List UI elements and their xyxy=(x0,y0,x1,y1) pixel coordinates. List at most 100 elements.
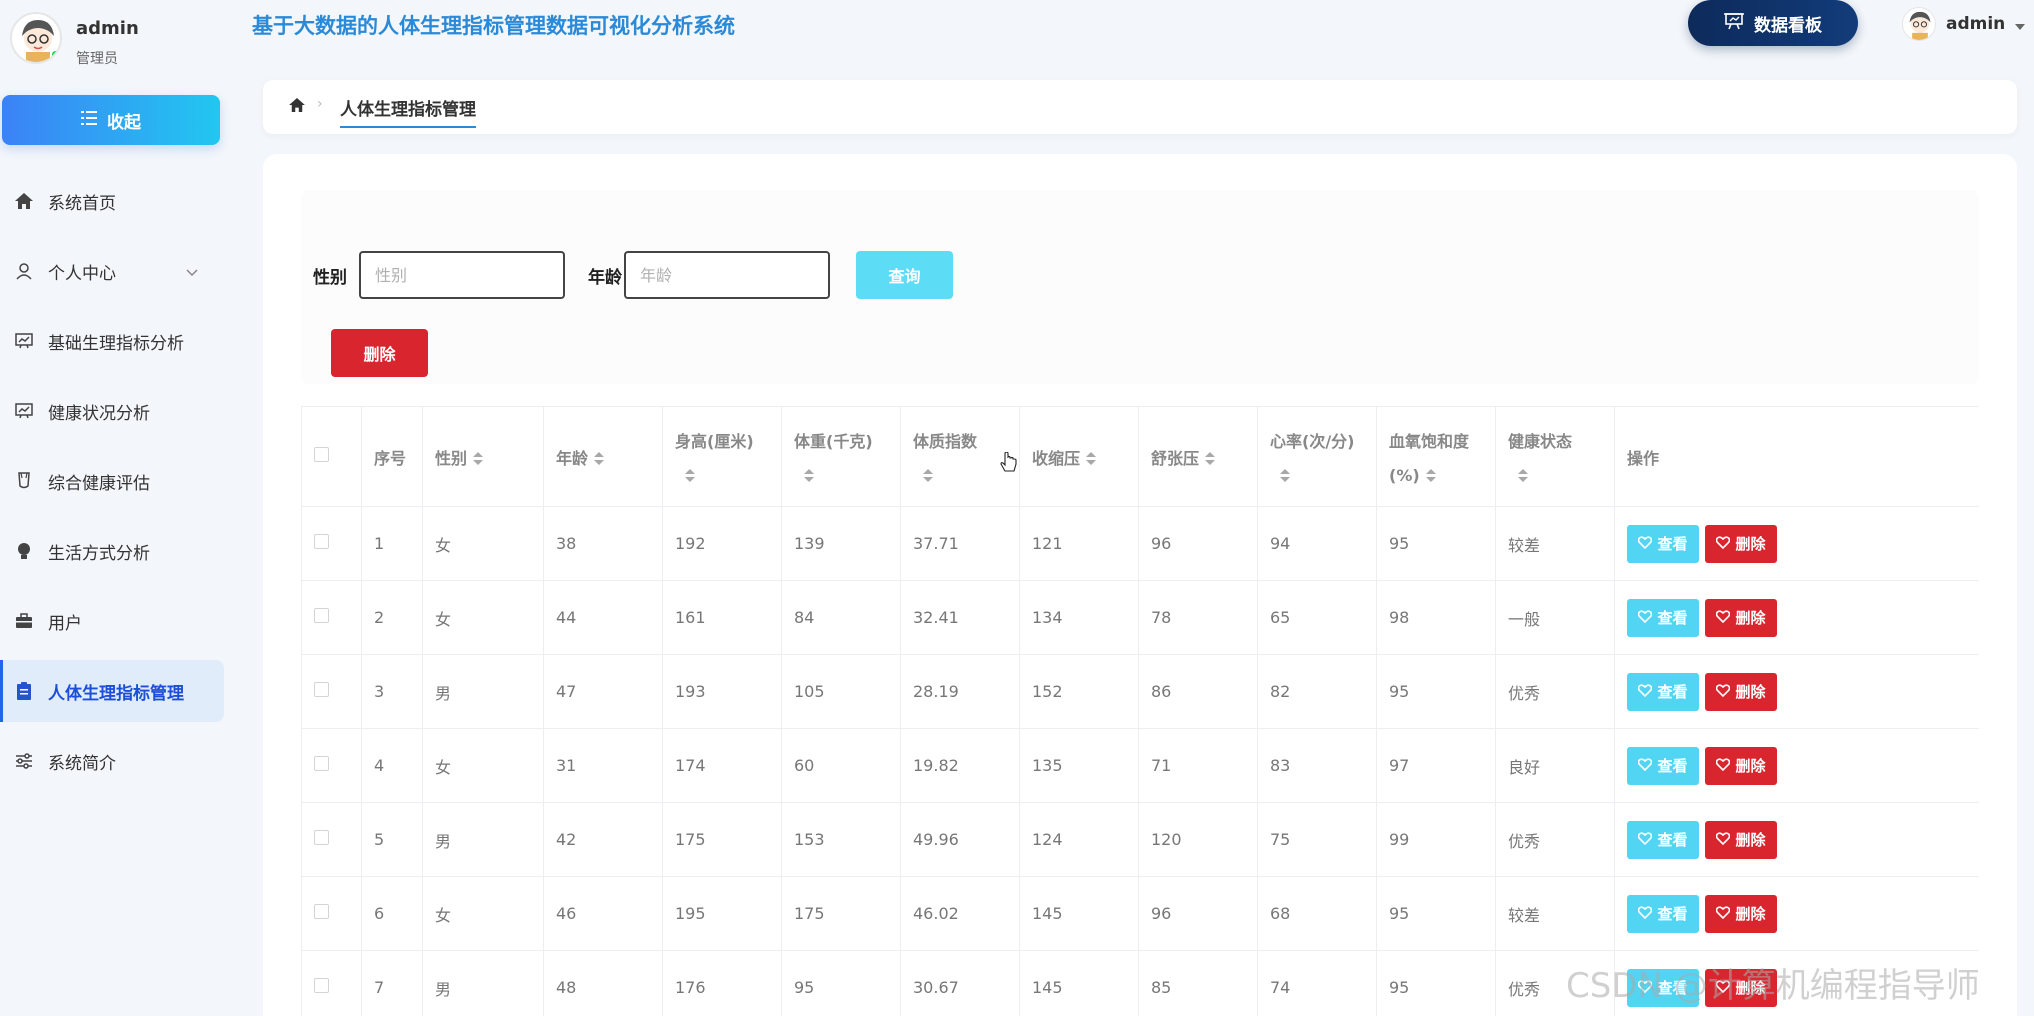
sidebar-item-basic-analysis[interactable]: 基础生理指标分析 xyxy=(0,310,238,372)
col-height[interactable]: 身高(厘米) xyxy=(662,406,782,507)
sidebar-item-label: 综合健康评估 xyxy=(48,473,150,494)
sort-icon[interactable] xyxy=(804,469,814,483)
view-button[interactable]: 查看 xyxy=(1627,820,1699,859)
row-checkbox[interactable] xyxy=(314,534,329,549)
collapse-button[interactable]: 收起 xyxy=(2,95,220,145)
cell-gender: 男 xyxy=(422,950,544,1016)
age-filter-input[interactable] xyxy=(624,251,830,299)
sidebar-item-physiological-management[interactable]: 人体生理指标管理 xyxy=(0,660,224,722)
row-actions: 查看 删除 xyxy=(1614,802,1979,877)
sort-icon[interactable] xyxy=(1280,469,1290,483)
sort-icon[interactable] xyxy=(923,469,933,483)
delete-button[interactable]: 删除 xyxy=(1705,598,1777,637)
menu-list-icon xyxy=(81,110,97,130)
delete-button[interactable]: 删除 xyxy=(1705,746,1777,785)
sidebar-item-label: 生活方式分析 xyxy=(48,543,150,564)
sort-icon[interactable] xyxy=(594,452,605,466)
delete-label: 删除 xyxy=(1735,831,1766,849)
home-icon[interactable] xyxy=(289,97,305,116)
sidebar-user: admin 管理员 xyxy=(10,12,230,74)
sidebar-item-label: 用户 xyxy=(48,613,82,634)
row-checkbox[interactable] xyxy=(314,608,329,623)
query-button[interactable]: 查询 xyxy=(856,251,953,299)
row-checkbox[interactable] xyxy=(314,830,329,845)
view-button[interactable]: 查看 xyxy=(1627,524,1699,563)
cell-diastolic: 120 xyxy=(1138,802,1258,877)
col-gender[interactable]: 性别 xyxy=(422,406,544,507)
sort-icon[interactable] xyxy=(685,469,695,483)
col-diastolic-label: 舒张压 xyxy=(1151,448,1200,468)
sidebar-item-label: 健康状况分析 xyxy=(48,403,150,424)
cell-health: 优秀 xyxy=(1495,654,1615,729)
delete-button[interactable]: 删除 xyxy=(1705,524,1777,563)
view-button[interactable]: 查看 xyxy=(1627,894,1699,933)
delete-label: 删除 xyxy=(1735,609,1766,627)
cell-bmi: 30.67 xyxy=(900,950,1020,1016)
sidebar-item-label: 基础生理指标分析 xyxy=(48,333,184,354)
row-checkbox[interactable] xyxy=(314,682,329,697)
cell-health: 较差 xyxy=(1495,506,1615,581)
col-heart-rate[interactable]: 心率(次/分) xyxy=(1257,406,1377,507)
sort-icon[interactable] xyxy=(1086,452,1097,466)
view-button[interactable]: 查看 xyxy=(1627,746,1699,785)
row-select-cell xyxy=(301,580,362,655)
col-weight[interactable]: 体重(千克) xyxy=(781,406,901,507)
col-spo2[interactable]: 血氧饱和度 (%) xyxy=(1376,406,1496,507)
row-select-cell xyxy=(301,876,362,951)
cell-spo2: 95 xyxy=(1376,506,1496,581)
delete-button[interactable]: 删除 xyxy=(1705,894,1777,933)
cell-weight: 175 xyxy=(781,876,901,951)
view-button[interactable]: 查看 xyxy=(1627,672,1699,711)
sort-icon[interactable] xyxy=(1518,469,1528,483)
view-label: 查看 xyxy=(1657,683,1688,701)
bulk-delete-button[interactable]: 删除 xyxy=(331,329,428,377)
collapse-label: 收起 xyxy=(107,112,141,133)
header-user-menu[interactable]: admin xyxy=(1902,6,2026,42)
view-label: 查看 xyxy=(1657,905,1688,923)
cell-heart-rate: 83 xyxy=(1257,728,1377,803)
table-header-row: 序号 性别 年龄 身高(厘米) 体重(千克) 体质指数 收缩压 舒张压 心率(次… xyxy=(301,406,1979,507)
sidebar-item-comprehensive-evaluation[interactable]: 综合健康评估 xyxy=(0,450,238,512)
delete-button[interactable]: 删除 xyxy=(1705,820,1777,859)
avatar[interactable] xyxy=(10,12,62,64)
cell-systolic: 134 xyxy=(1019,580,1139,655)
cell-index: 7 xyxy=(361,950,423,1016)
cell-heart-rate: 75 xyxy=(1257,802,1377,877)
col-age[interactable]: 年龄 xyxy=(543,406,663,507)
chart-board-icon xyxy=(14,401,34,421)
cell-height: 193 xyxy=(662,654,782,729)
cell-index: 6 xyxy=(361,876,423,951)
cell-gender: 女 xyxy=(422,506,544,581)
app-title: 基于大数据的人体生理指标管理数据可视化分析系统 xyxy=(252,14,735,38)
view-button[interactable]: 查看 xyxy=(1627,598,1699,637)
sidebar-item-home[interactable]: 系统首页 xyxy=(0,170,238,232)
cell-systolic: 145 xyxy=(1019,950,1139,1016)
row-checkbox[interactable] xyxy=(314,904,329,919)
cell-height: 176 xyxy=(662,950,782,1016)
row-checkbox[interactable] xyxy=(314,978,329,993)
cell-height: 161 xyxy=(662,580,782,655)
view-label: 查看 xyxy=(1657,535,1688,553)
sidebar-item-system-intro[interactable]: 系统简介 xyxy=(0,730,238,792)
sidebar-item-personal-center[interactable]: 个人中心 xyxy=(0,240,238,302)
sort-icon[interactable] xyxy=(473,452,484,466)
col-systolic[interactable]: 收缩压 xyxy=(1019,406,1139,507)
heart-icon xyxy=(1716,831,1731,849)
col-diastolic[interactable]: 舒张压 xyxy=(1138,406,1258,507)
col-health[interactable]: 健康状态 xyxy=(1495,406,1615,507)
sidebar-item-health-analysis[interactable]: 健康状况分析 xyxy=(0,380,238,442)
delete-label: 删除 xyxy=(1735,905,1766,923)
dashboard-button[interactable]: 数据看板 xyxy=(1688,0,1858,46)
sidebar-item-lifestyle-analysis[interactable]: 生活方式分析 xyxy=(0,520,238,582)
gender-filter-input[interactable] xyxy=(359,251,565,299)
row-checkbox[interactable] xyxy=(314,756,329,771)
col-actions: 操作 xyxy=(1614,406,1979,507)
sidebar-item-users[interactable]: 用户 xyxy=(0,590,238,652)
delete-button[interactable]: 删除 xyxy=(1705,672,1777,711)
cell-systolic: 152 xyxy=(1019,654,1139,729)
select-all-checkbox[interactable] xyxy=(314,447,329,462)
sort-icon[interactable] xyxy=(1425,469,1436,483)
cell-age: 38 xyxy=(543,506,663,581)
sliders-icon xyxy=(14,751,34,771)
sort-icon[interactable] xyxy=(1205,452,1216,466)
